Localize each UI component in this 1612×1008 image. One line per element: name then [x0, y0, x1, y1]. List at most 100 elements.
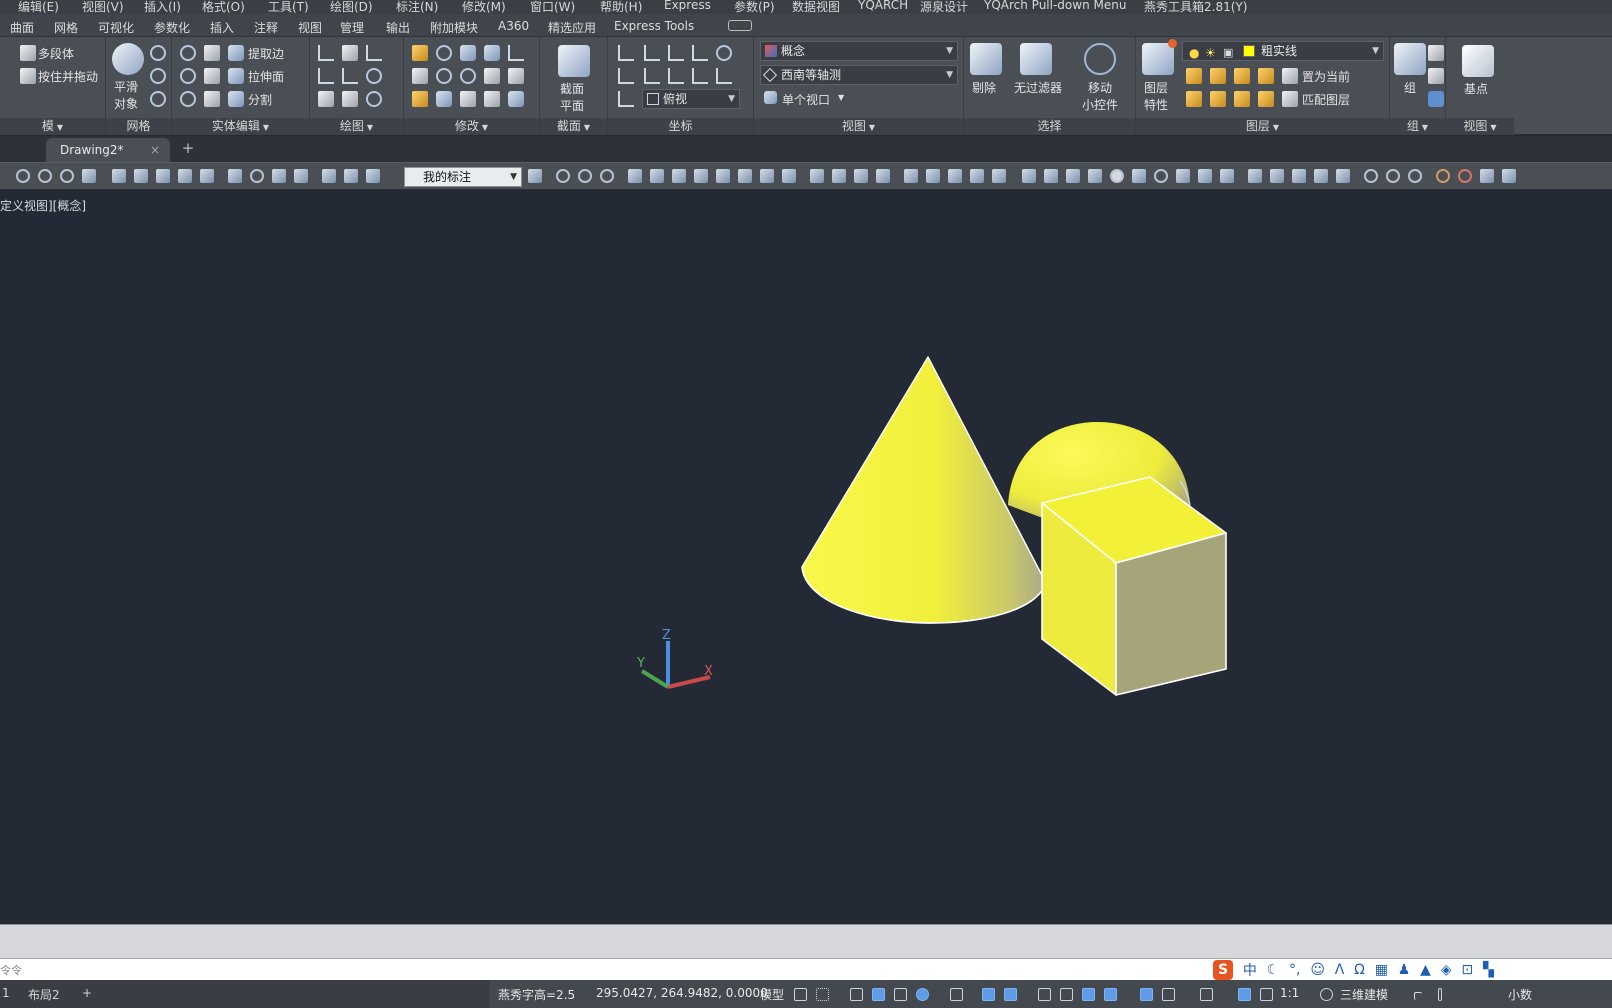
culling-button[interactable]: 剔除: [972, 79, 996, 96]
dim-text-edit-icon[interactable]: [344, 169, 358, 183]
layer-off-icon[interactable]: [1186, 68, 1202, 84]
layer-unisolate-icon[interactable]: [1210, 91, 1226, 107]
group-button[interactable]: 组: [1404, 79, 1416, 96]
panel-title-coordinates[interactable]: 坐标: [608, 118, 753, 135]
move-icon[interactable]: [460, 45, 476, 61]
menu-insert[interactable]: 插入(I): [144, 0, 181, 14]
drawing-viewport[interactable]: 定义视图][概念] Z X Y: [0, 191, 1612, 924]
snap-toggle-icon[interactable]: [816, 988, 829, 1001]
skin-icon[interactable]: ▲: [1420, 962, 1431, 978]
smooth-object-icon[interactable]: [112, 43, 144, 75]
text-height-indicator[interactable]: 燕秀字高=2.5: [498, 986, 575, 1003]
transparency-icon[interactable]: [1060, 988, 1073, 1001]
user-icon[interactable]: ♟: [1398, 962, 1411, 978]
menu-edit[interactable]: 编辑(E): [18, 0, 59, 14]
circle-icon[interactable]: [366, 68, 382, 84]
emoji-icon[interactable]: ☺: [1310, 962, 1325, 978]
planar-surface-tb-icon[interactable]: [1220, 169, 1234, 183]
tab-manage[interactable]: 管理: [340, 19, 364, 36]
polysolid-icon[interactable]: [20, 45, 36, 61]
cylinder-tb-icon[interactable]: [1132, 169, 1146, 183]
copy-icon[interactable]: [484, 45, 500, 61]
move-faces-tb-icon[interactable]: [650, 169, 664, 183]
cursor-coordinates[interactable]: 295.0427, 264.9482, 0.0000: [596, 986, 768, 1000]
close-icon[interactable]: ×: [150, 143, 160, 157]
group-icon[interactable]: [1394, 43, 1426, 75]
ucs-x-icon[interactable]: [644, 68, 660, 84]
make-current-icon[interactable]: [1282, 68, 1298, 84]
menu-yqarch-pulldown[interactable]: YQArch Pull-down Menu: [984, 0, 1126, 12]
dim-angular-icon[interactable]: [82, 169, 96, 183]
intersect-icon[interactable]: [180, 91, 196, 107]
array-icon[interactable]: [436, 68, 452, 84]
layer-on-icon[interactable]: [1186, 91, 1202, 107]
move-gizmo-label-2[interactable]: 小控件: [1082, 96, 1118, 113]
isometric-drafting-icon[interactable]: [950, 988, 963, 1001]
workspace-gear-icon[interactable]: [1320, 988, 1333, 1001]
tab-visualize[interactable]: 可视化: [98, 19, 134, 36]
visual-style-combo[interactable]: 概念 ▼: [760, 41, 958, 61]
tab-featured-apps[interactable]: 精选应用: [548, 19, 596, 36]
no-filter-button[interactable]: 无过滤器: [1014, 79, 1062, 96]
dimension-style-combo[interactable]: 我的标注 ▼: [404, 167, 522, 187]
menu-yanxiu[interactable]: 燕秀工具箱2.81(Y): [1144, 0, 1247, 14]
base-point-icon[interactable]: [1462, 45, 1494, 77]
intersect-tb-icon[interactable]: [600, 169, 614, 183]
dim-jogged-icon[interactable]: [294, 169, 308, 183]
ucs-world-icon[interactable]: [716, 45, 732, 61]
check-tb-icon[interactable]: [948, 169, 962, 183]
mesh-convert-icon[interactable]: [150, 91, 166, 107]
dim-diameter-icon[interactable]: [60, 169, 74, 183]
menu-modify[interactable]: 修改(M): [462, 0, 506, 14]
arc-icon[interactable]: [366, 45, 382, 61]
sweep-tb-icon[interactable]: [1292, 169, 1306, 183]
layout-tab-1[interactable]: 1: [2, 986, 10, 1000]
new-tab-plus-icon[interactable]: +: [180, 141, 196, 157]
ucs-z-icon[interactable]: [692, 68, 708, 84]
separate-tb-icon[interactable]: [904, 169, 918, 183]
symbols-icon[interactable]: ᐱ: [1335, 962, 1345, 978]
tab-addins[interactable]: 附加模块: [430, 19, 478, 36]
clean-tb-icon[interactable]: [876, 169, 890, 183]
join-icon[interactable]: [484, 91, 500, 107]
move-gizmo-icon[interactable]: [1084, 43, 1116, 75]
annotation-visibility-icon[interactable]: [1238, 988, 1251, 1001]
make-current-button[interactable]: 置为当前: [1302, 68, 1350, 85]
moon-icon[interactable]: ☾: [1267, 962, 1280, 978]
view-direction-combo[interactable]: 西南等轴测 ▼: [760, 65, 958, 85]
hatch-icon[interactable]: [342, 45, 358, 61]
dynamic-input-icon[interactable]: [872, 988, 885, 1001]
rect-array-icon[interactable]: [508, 91, 524, 107]
ucs-view-icon[interactable]: [692, 45, 708, 61]
polyline-icon[interactable]: [318, 45, 334, 61]
dynamic-ucs-icon[interactable]: [1140, 988, 1153, 1001]
annotation-scale[interactable]: 1:1: [1280, 986, 1299, 1000]
layer-freeze-icon[interactable]: [1234, 68, 1250, 84]
keyboard-icon[interactable]: ▦: [1375, 962, 1388, 978]
culling-icon[interactable]: [970, 43, 1002, 75]
mesh-refine-icon[interactable]: [150, 45, 166, 61]
lineweight-icon[interactable]: [1038, 988, 1051, 1001]
model-space-button[interactable]: 模型: [760, 986, 784, 1003]
grid-icon[interactable]: ▚: [1483, 962, 1494, 978]
pyramid-tb-icon[interactable]: [1176, 169, 1190, 183]
union2-tb-icon[interactable]: [1364, 169, 1378, 183]
move-gizmo-label-1[interactable]: 移动: [1088, 79, 1112, 96]
polygon-icon[interactable]: [318, 91, 334, 107]
command-line[interactable]: 令令 S 中 ☾ °, ☺ ᐱ Ω ▦ ♟ ▲ ◈ ⊡ ▚: [0, 958, 1612, 980]
selection-cycling-icon[interactable]: [1082, 988, 1095, 1001]
selection-filter-icon[interactable]: [1162, 988, 1175, 1001]
revolve-tb-icon[interactable]: [1314, 169, 1328, 183]
dim-update-icon[interactable]: [366, 169, 380, 183]
shell-tb-icon[interactable]: [926, 169, 940, 183]
cone-tb-icon[interactable]: [1088, 169, 1102, 183]
extract-edges-button[interactable]: 提取边: [248, 45, 284, 62]
wedge-tb-icon[interactable]: [992, 169, 1006, 183]
menu-yqarch[interactable]: YQARCH: [858, 0, 908, 12]
punctuation-icon[interactable]: °,: [1289, 962, 1300, 978]
smooth-label[interactable]: 平滑: [114, 78, 138, 95]
trim-icon[interactable]: [508, 45, 524, 61]
cone-solid[interactable]: [801, 356, 1047, 624]
spline-icon[interactable]: [318, 68, 334, 84]
layer-isolate-icon[interactable]: [1210, 68, 1226, 84]
